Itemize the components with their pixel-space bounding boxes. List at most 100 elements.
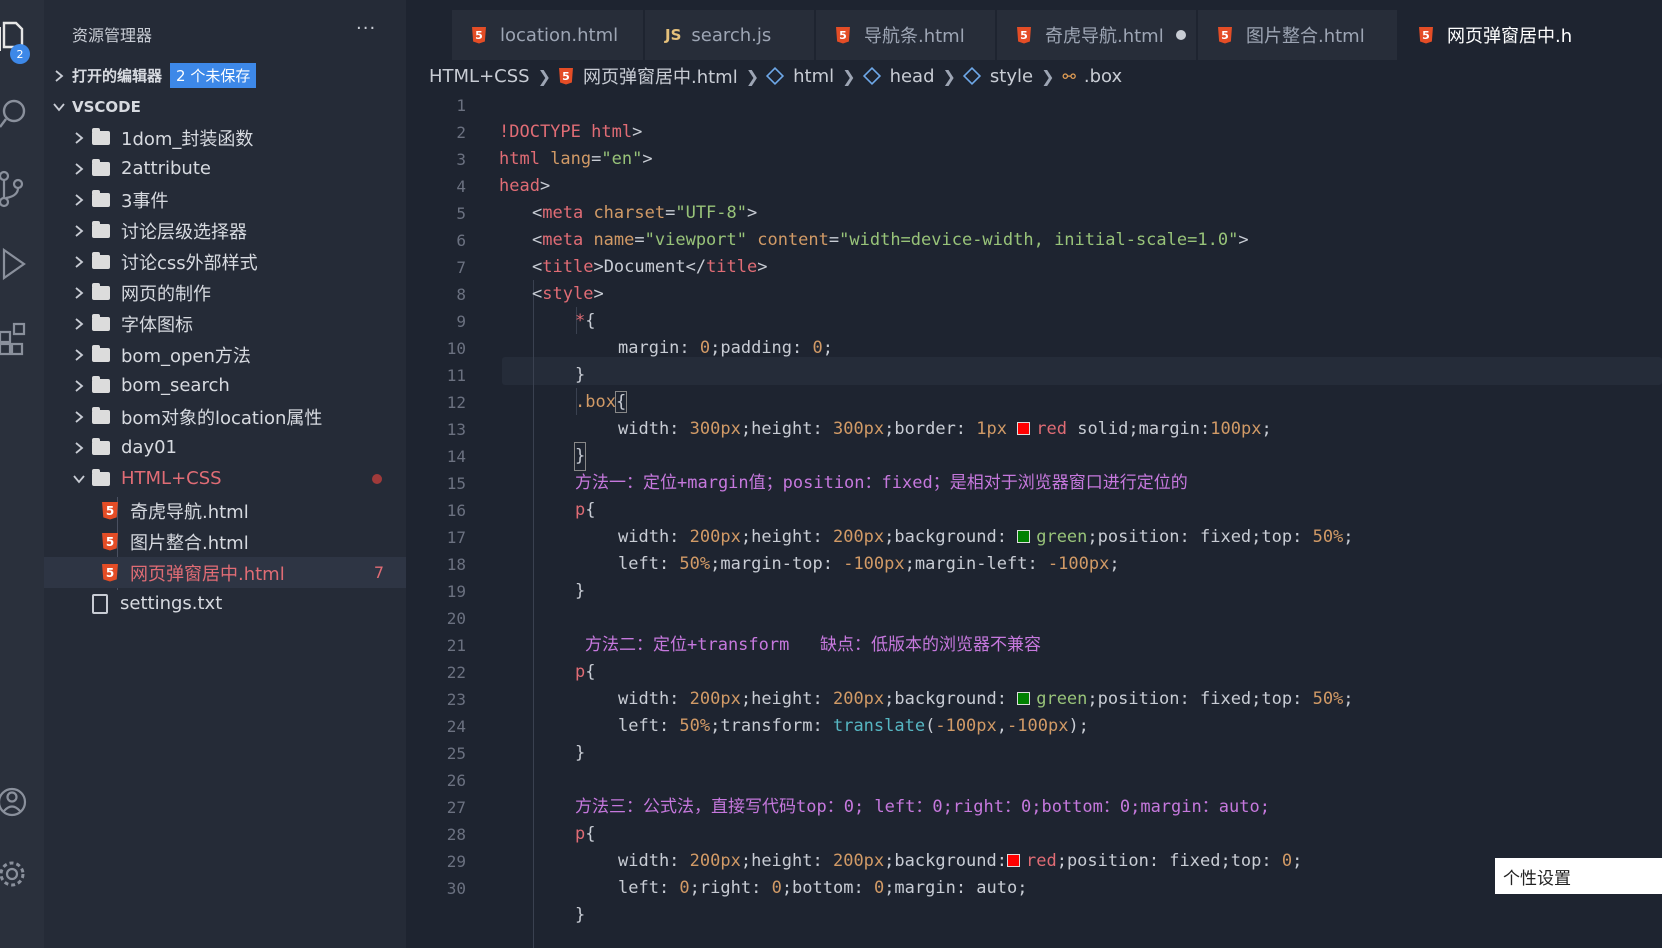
code-line: left: 50%;margin-top: -100px;margin-left… (618, 554, 1120, 574)
chevron-down-icon (73, 474, 85, 483)
breadcrumb-html[interactable]: html (793, 66, 834, 87)
code-line: width: 200px;height: 200px;background: g… (618, 527, 1354, 547)
breadcrumb-folder[interactable]: HTML+CSS (429, 66, 530, 87)
text-file-icon (92, 593, 108, 614)
html5-icon: 5 (1218, 26, 1232, 44)
tab-image-sprite[interactable]: 5 图片整合.html (1198, 10, 1398, 60)
breadcrumb: HTML+CSS ❯ 5 网页弹窗居中.html ❯ html ❯ head ❯… (406, 60, 1662, 92)
folder-item[interactable]: bom对象的location属性 (44, 401, 406, 432)
chevron-right-icon: ❯ (1041, 66, 1055, 86)
html5-icon: 5 (102, 532, 118, 551)
file-label: settings.txt (120, 593, 223, 614)
code-line: head> (499, 176, 551, 196)
code-line: <meta charset="UTF-8"> (532, 203, 758, 223)
code-line: left: 50%;transform: translate(-100px,-1… (618, 716, 1089, 736)
tab-label: 图片整合.html (1246, 26, 1365, 47)
tab-location[interactable]: 5 location.html (452, 10, 644, 60)
breadcrumb-file[interactable]: 网页弹窗居中.html (583, 63, 738, 89)
editor-tabs: 5 location.html JS search.js 5 导航条.html … (406, 0, 1662, 60)
tab-label: 奇虎导航.html (1045, 26, 1164, 47)
html5-icon: 5 (559, 67, 573, 85)
folder-item[interactable]: 网页的制作 (44, 277, 406, 308)
code-line: 方法二：定位+transform 缺点：低版本的浏览器不兼容 (585, 635, 1042, 655)
file-item[interactable]: 5 图片整合.html (44, 526, 406, 557)
workspace-section[interactable]: VSCODE (44, 91, 406, 122)
folder-label: 1dom_封装函数 (121, 128, 254, 150)
tab-search-js[interactable]: JS search.js (645, 10, 815, 60)
folder-item[interactable]: 1dom_封装函数 (44, 122, 406, 153)
folder-label: 讨论层级选择器 (121, 221, 247, 243)
folder-icon (92, 313, 110, 331)
folder-item[interactable]: 2attribute (44, 153, 406, 184)
folder-label: bom_search (121, 375, 230, 396)
html5-icon: 5 (102, 563, 118, 582)
folder-item[interactable]: HTML+CSS (44, 463, 406, 494)
tab-popup-center[interactable]: 5 网页弹窗居中.h (1399, 10, 1662, 60)
gear-icon[interactable] (0, 852, 44, 896)
breadcrumb-head[interactable]: head (890, 66, 935, 87)
folder-icon (92, 127, 110, 145)
element-icon (862, 66, 881, 86)
file-label: 网页弹窗居中.html (130, 563, 285, 585)
folder-item[interactable]: 讨论层级选择器 (44, 215, 406, 246)
file-item[interactable]: settings.txt (44, 588, 406, 619)
html5-icon: 5 (102, 501, 118, 520)
chevron-right-icon (75, 379, 84, 392)
folder-icon (92, 344, 110, 362)
explorer-sidebar: 资源管理器 ··· 打开的编辑器 2 个未保存 VSCODE 1dom_封装函数… (44, 0, 406, 948)
code-line: <meta name="viewport" content="width=dev… (532, 230, 1249, 250)
line-number: 19 (446, 582, 466, 601)
code-line: p{ (575, 824, 596, 844)
element-icon (766, 66, 785, 86)
folder-item[interactable]: day01 (44, 432, 406, 463)
folder-item[interactable]: bom_open方法 (44, 339, 406, 370)
more-actions-icon[interactable]: ··· (356, 18, 376, 39)
code-line: margin: 0;padding: 0; (618, 338, 833, 358)
folder-label: bom对象的location属性 (121, 407, 323, 429)
explorer-badge: 2 (10, 44, 30, 64)
folder-icon (92, 468, 110, 486)
settings-tooltip: 个性设置 (1495, 858, 1662, 894)
tab-navbar[interactable]: 5 导航条.html (816, 10, 996, 60)
source-control-icon[interactable] (0, 168, 44, 212)
file-item[interactable]: 5 奇虎导航.html (44, 495, 406, 526)
chevron-right-icon (75, 224, 84, 237)
folder-label: 3事件 (121, 190, 169, 212)
code-line: 方法三：公式法，直接写代码top：0; left：0;right：0;botto… (575, 797, 1270, 817)
file-item-active[interactable]: 5 网页弹窗居中.html 7 (44, 557, 406, 588)
folder-item[interactable]: bom_search (44, 370, 406, 401)
chevron-right-icon (75, 410, 84, 423)
code-line: p{ (575, 662, 596, 682)
breadcrumb-selector[interactable]: .box (1084, 66, 1122, 87)
modified-dot-icon (372, 473, 382, 484)
code-editor[interactable]: 1 2 3 4 5 6 7 8 9 10 11 12 13 14 15 16 17 18 19 20 21 22 23 24 2… (406, 92, 1662, 948)
tab-label: 网页弹窗居中.h (1447, 26, 1573, 47)
code-line: 方法一：定位+margin值；position：fixed；是相对于浏览器窗口进… (575, 473, 1188, 493)
code-line: <style> (532, 284, 604, 304)
code-line: html lang="en"> (499, 149, 653, 169)
folder-icon (92, 251, 110, 269)
chevron-right-icon (75, 255, 84, 268)
chevron-right-icon (75, 317, 84, 330)
folder-item[interactable]: 3事件 (44, 184, 406, 215)
code-line: } (575, 365, 586, 385)
run-debug-icon[interactable] (0, 242, 44, 286)
extensions-icon[interactable] (0, 316, 44, 360)
code-line: .box{ (575, 391, 628, 413)
line-number: 25 (446, 744, 466, 763)
chevron-right-icon (75, 193, 84, 206)
account-icon[interactable] (0, 780, 44, 824)
folder-icon (92, 189, 110, 207)
breadcrumb-style[interactable]: style (990, 66, 1033, 87)
open-editors-section[interactable]: 打开的编辑器 2 个未保存 (44, 60, 406, 91)
element-icon (962, 66, 981, 86)
chevron-right-icon (55, 69, 64, 82)
chevron-right-icon: ❯ (842, 66, 856, 86)
unsaved-dot-icon[interactable] (1175, 30, 1186, 40)
tab-qihoo-nav[interactable]: 5 奇虎导航.html (997, 10, 1197, 60)
chevron-right-icon: ❯ (942, 66, 956, 86)
search-icon[interactable] (0, 92, 44, 136)
folder-item[interactable]: 讨论css外部样式 (44, 246, 406, 277)
folder-item[interactable]: 字体图标 (44, 308, 406, 339)
tab-label: 导航条.html (864, 26, 965, 47)
